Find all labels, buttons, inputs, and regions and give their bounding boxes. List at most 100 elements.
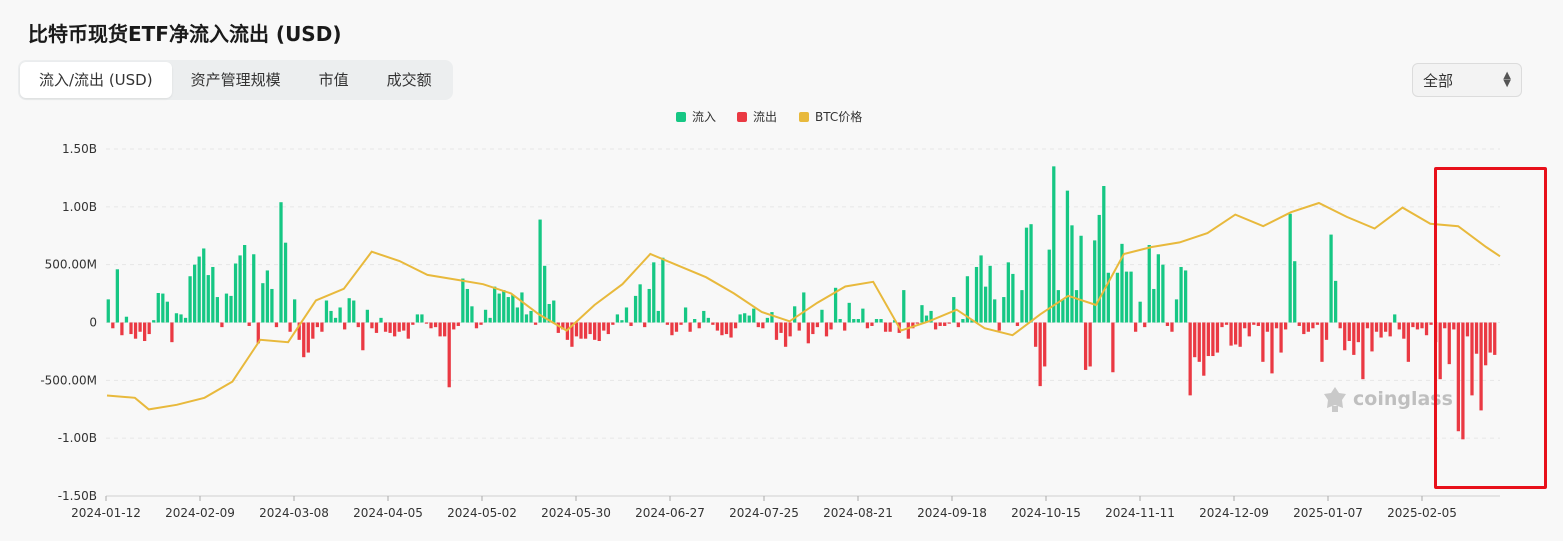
inflow-bar xyxy=(520,292,524,323)
outflow-bar xyxy=(602,322,606,331)
x-tick-label: 2024-09-18 xyxy=(917,506,987,520)
outflow-bar xyxy=(315,322,320,328)
outflow-bar xyxy=(865,322,870,329)
outflow-bar xyxy=(697,322,701,329)
outflow-bar xyxy=(1229,322,1233,346)
outflow-bar xyxy=(1165,322,1170,326)
inflow-bar xyxy=(415,314,420,323)
inflow-bar xyxy=(1293,261,1297,323)
outflow-bar xyxy=(1247,322,1251,337)
coinglass-logo-icon xyxy=(1324,387,1346,412)
inflow-bar xyxy=(1138,301,1142,323)
inflow-bar xyxy=(293,299,297,323)
outflow-bar xyxy=(443,322,447,337)
x-tick-label: 2024-03-08 xyxy=(259,506,329,520)
outflow-bar xyxy=(311,322,315,339)
inflow-bar xyxy=(229,295,233,323)
inflow-bar xyxy=(1020,290,1024,323)
outflow-bar xyxy=(1083,322,1088,370)
outflow-bar xyxy=(1415,322,1420,330)
outflow-bar xyxy=(138,322,142,332)
inflow-bar xyxy=(1129,271,1133,323)
outflow-bar xyxy=(1270,322,1274,374)
x-tick-label: 2024-07-25 xyxy=(729,506,799,520)
outflow-bar xyxy=(438,322,442,337)
outflow-bar xyxy=(111,322,115,329)
x-tick-label: 2025-02-05 xyxy=(1387,506,1457,520)
outflow-bar xyxy=(361,322,365,351)
inflow-bar xyxy=(993,299,997,323)
inflow-bar xyxy=(270,288,274,323)
highlight-box xyxy=(1434,167,1547,489)
outflow-bar xyxy=(1220,322,1224,328)
inflow-bar xyxy=(1097,214,1101,323)
outflow-bar xyxy=(779,322,783,333)
outflow-bar xyxy=(1347,322,1351,342)
inflow-bar xyxy=(633,295,638,323)
inflow-bar xyxy=(838,319,842,323)
x-tick-label: 2024-05-02 xyxy=(447,506,517,520)
inflow-bar xyxy=(1329,234,1333,323)
outflow-bar xyxy=(761,322,765,329)
inflow-bar xyxy=(493,286,497,323)
outflow-bar xyxy=(729,322,733,338)
outflow-bar xyxy=(1274,322,1279,329)
outflow-bar xyxy=(888,322,892,332)
flow-chart: 1.50B 1.00B 500.00M 0 -500.00M -1.00B -1.50B 2… xyxy=(40,109,1501,520)
outflow-bar xyxy=(429,322,433,329)
inflow-bar xyxy=(506,297,510,323)
x-tick-label: 2024-01-12 xyxy=(71,506,141,520)
inflow-bar xyxy=(461,278,465,323)
inflow-bar xyxy=(1011,273,1015,323)
outflow-bar xyxy=(574,322,579,337)
outflow-bar xyxy=(715,322,720,331)
outflow-bar xyxy=(1279,322,1283,353)
inflow-bar xyxy=(683,307,688,323)
y-axis: 1.50B 1.00B 500.00M 0 -500.00M -1.00B -1.50B xyxy=(40,142,97,503)
outflow-bar xyxy=(533,322,538,325)
y-tick-label: -1.50B xyxy=(58,489,97,503)
outflow-bar xyxy=(397,322,401,332)
outflow-bar xyxy=(774,322,779,340)
outflow-bar xyxy=(1265,322,1270,332)
outflow-bar xyxy=(1233,322,1238,345)
inflow-bar xyxy=(706,317,710,323)
inflow-bar xyxy=(483,309,488,323)
outflow-bar xyxy=(1188,322,1192,396)
outflow-bar xyxy=(479,322,483,325)
outflow-bar xyxy=(383,322,388,332)
outflow-bar xyxy=(424,322,429,324)
inflow-bar xyxy=(552,300,556,323)
outflow-bar xyxy=(665,322,670,325)
inflow-bar xyxy=(511,294,515,323)
outflow-bar xyxy=(1170,322,1174,332)
outflow-bar xyxy=(579,322,583,339)
inflow-bar xyxy=(252,254,256,323)
inflow-bar xyxy=(1174,299,1179,323)
inflow-bar xyxy=(1124,271,1129,323)
inflow-bar xyxy=(770,312,774,323)
outflow-bar xyxy=(938,322,942,326)
inflow-bar xyxy=(1102,186,1106,323)
inflow-bar xyxy=(470,306,474,323)
outflow-bar xyxy=(756,322,760,328)
inflow-bar xyxy=(702,310,706,323)
outflow-bar xyxy=(1256,322,1260,326)
inflow-bar xyxy=(988,265,992,323)
outflow-bar xyxy=(870,322,874,326)
inflow-bar xyxy=(983,286,988,323)
outflow-bar xyxy=(1238,322,1242,347)
inflow-bar xyxy=(920,305,924,323)
inflow-bar xyxy=(624,307,629,323)
outflow-bar xyxy=(593,322,597,340)
outflow-bar xyxy=(129,322,133,335)
x-tick-label: 2024-08-21 xyxy=(823,506,893,520)
outflow-bar xyxy=(1224,322,1229,325)
outflow-bar xyxy=(1365,322,1370,329)
x-axis: 2024-01-12 2024-02-09 2024-03-08 2024-04-05… xyxy=(71,496,1457,520)
outflow-bar xyxy=(688,322,692,332)
outflow-bar xyxy=(1379,322,1383,338)
outflow-bar xyxy=(1297,322,1301,326)
outflow-bar xyxy=(374,322,379,333)
inflow-bar xyxy=(693,319,697,323)
